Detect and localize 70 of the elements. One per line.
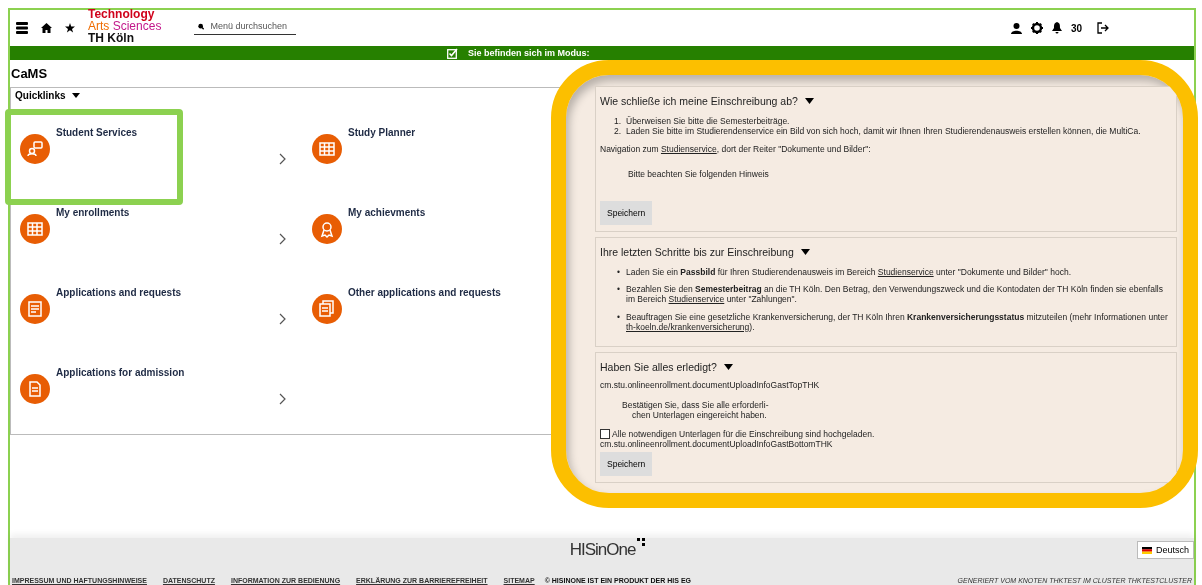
- panel-heading: Quicklinks: [15, 89, 66, 101]
- confirm-text: Bestätigen Sie, dass Sie alle erforderli-: [622, 400, 770, 411]
- logo-text: Arts: [88, 19, 110, 33]
- footer-logo: HISinOne: [569, 540, 647, 560]
- tile-title[interactable]: Applications for admission: [56, 367, 246, 378]
- flag-icon: [1141, 546, 1152, 554]
- tile-title[interactable]: Other applications and requests: [348, 287, 538, 298]
- home-icon[interactable]: [41, 23, 52, 33]
- page-title: CaMS: [11, 66, 49, 81]
- text-link[interactable]: Studienservice: [877, 266, 934, 277]
- studienservice-link[interactable]: Studienservice: [660, 143, 717, 154]
- message-key: cm.stu.onlineenrollment.documentUploadInfoGastTopTHK: [600, 380, 1170, 391]
- tile-title[interactable]: Student Services: [56, 127, 246, 138]
- step-text: Laden Sie ein Passbild für Ihren Studierendenausweis im Bereich Studienservice unter "Dokumente und Bilder" hoch.: [626, 267, 1071, 278]
- tile-icon[interactable]: [20, 374, 50, 404]
- settings-icon[interactable]: [1030, 22, 1043, 34]
- save-button[interactable]: Speichern: [600, 452, 653, 477]
- section-title: Haben Sie alles erledigt?: [600, 361, 717, 374]
- checkbox-icon: [447, 47, 458, 59]
- user-icon[interactable]: [1010, 22, 1022, 34]
- caret-icon[interactable]: [71, 92, 80, 98]
- checkbox[interactable]: [600, 429, 610, 440]
- navigation-text: Navigation zum Studienservice, dort der Reiter "Dokumente und Bilder":: [600, 143, 872, 154]
- bell-icon[interactable]: [1051, 22, 1062, 34]
- chevron-icon[interactable]: [279, 153, 286, 165]
- mode-text: Sie befinden sich im Modus:: [468, 48, 590, 58]
- tile-icon[interactable]: [312, 134, 342, 164]
- list-number: 2.: [614, 126, 623, 137]
- note-text: Bitte beachten Sie folgenden Hinweis: [628, 168, 770, 179]
- chevron-icon[interactable]: [279, 233, 286, 245]
- tile-icon[interactable]: [20, 294, 50, 324]
- section-title: Ihre letzten Schritte bis zur Einschreibung: [600, 245, 794, 258]
- chevron-icon[interactable]: [279, 393, 286, 405]
- bullet-mark: •: [616, 312, 621, 324]
- logo-text: Sciences: [112, 19, 162, 33]
- chevron-icon[interactable]: [279, 313, 286, 325]
- tile-title[interactable]: Study Planner: [348, 127, 538, 138]
- bullet-mark: •: [616, 267, 621, 278]
- text-link[interactable]: th-koeln.de/krankenversicherung: [626, 321, 750, 332]
- section-title: Wie schließe ich meine Einschreibung ab?: [600, 95, 798, 107]
- tile-icon[interactable]: [20, 134, 50, 164]
- caret-icon[interactable]: [804, 98, 814, 104]
- step-text: Überweisen Sie bitte die Semesterbeiträge.: [626, 117, 790, 127]
- notification-count[interactable]: 30: [1070, 22, 1082, 34]
- star-icon[interactable]: [65, 23, 75, 33]
- search-field[interactable]: Menü durchsuchen: [194, 21, 297, 35]
- text-link[interactable]: Studienservice: [668, 294, 725, 305]
- logout-icon[interactable]: [1097, 22, 1109, 34]
- step-text: Beauftragen Sie eine gesetzliche Krankenversicherung, der TH Köln Ihren Krankenversicherungsstatus mitzuteilen (mehr Informationen unter th-koeln.de/krankenversicherung).: [626, 312, 1169, 333]
- save-button[interactable]: Speichern: [600, 200, 653, 225]
- tile-title[interactable]: My enrollments: [56, 207, 246, 218]
- tile-icon[interactable]: [312, 214, 342, 244]
- tile-icon[interactable]: [20, 214, 50, 244]
- message-key: cm.stu.onlineenrollment.documentUploadInfoGastBottomTHK: [600, 439, 1170, 450]
- search-icon: [198, 21, 205, 31]
- tile-icon[interactable]: [312, 294, 342, 324]
- list-number: 1.: [614, 117, 623, 127]
- step-text: Laden Sie bitte im Studierendenservice ein Bild von sich hoch, damit wir Ihnen Ihren Studierendenausweis erstellen können, die MultiCa.: [626, 126, 1141, 137]
- checkbox-label[interactable]: Alle notwendigen Unterlagen für die Einschreibung sind hochgeladen.: [612, 429, 875, 440]
- step-text: Bezahlen Sie den Semesterbeitrag an die TH Köln. Den Betrag, den Verwendungszweck und die Kontodaten der TH Köln finden sie ebenfalls im Bereich Studienservice unter "Zahlungen".: [626, 285, 1164, 305]
- menu-icon[interactable]: [16, 22, 28, 34]
- tile-title[interactable]: My achievments: [348, 207, 538, 218]
- caret-icon[interactable]: [800, 248, 810, 255]
- logo-text: TH Köln: [88, 32, 135, 44]
- bullet-mark: •: [616, 285, 621, 297]
- caret-icon[interactable]: [723, 364, 733, 371]
- language-button[interactable]: Deutsch: [1136, 541, 1194, 559]
- tile-title[interactable]: Applications and requests: [56, 287, 246, 298]
- logo-text: Technology: [88, 8, 155, 20]
- confirm-text: chen Unterlagen eingereicht haben.: [632, 410, 768, 421]
